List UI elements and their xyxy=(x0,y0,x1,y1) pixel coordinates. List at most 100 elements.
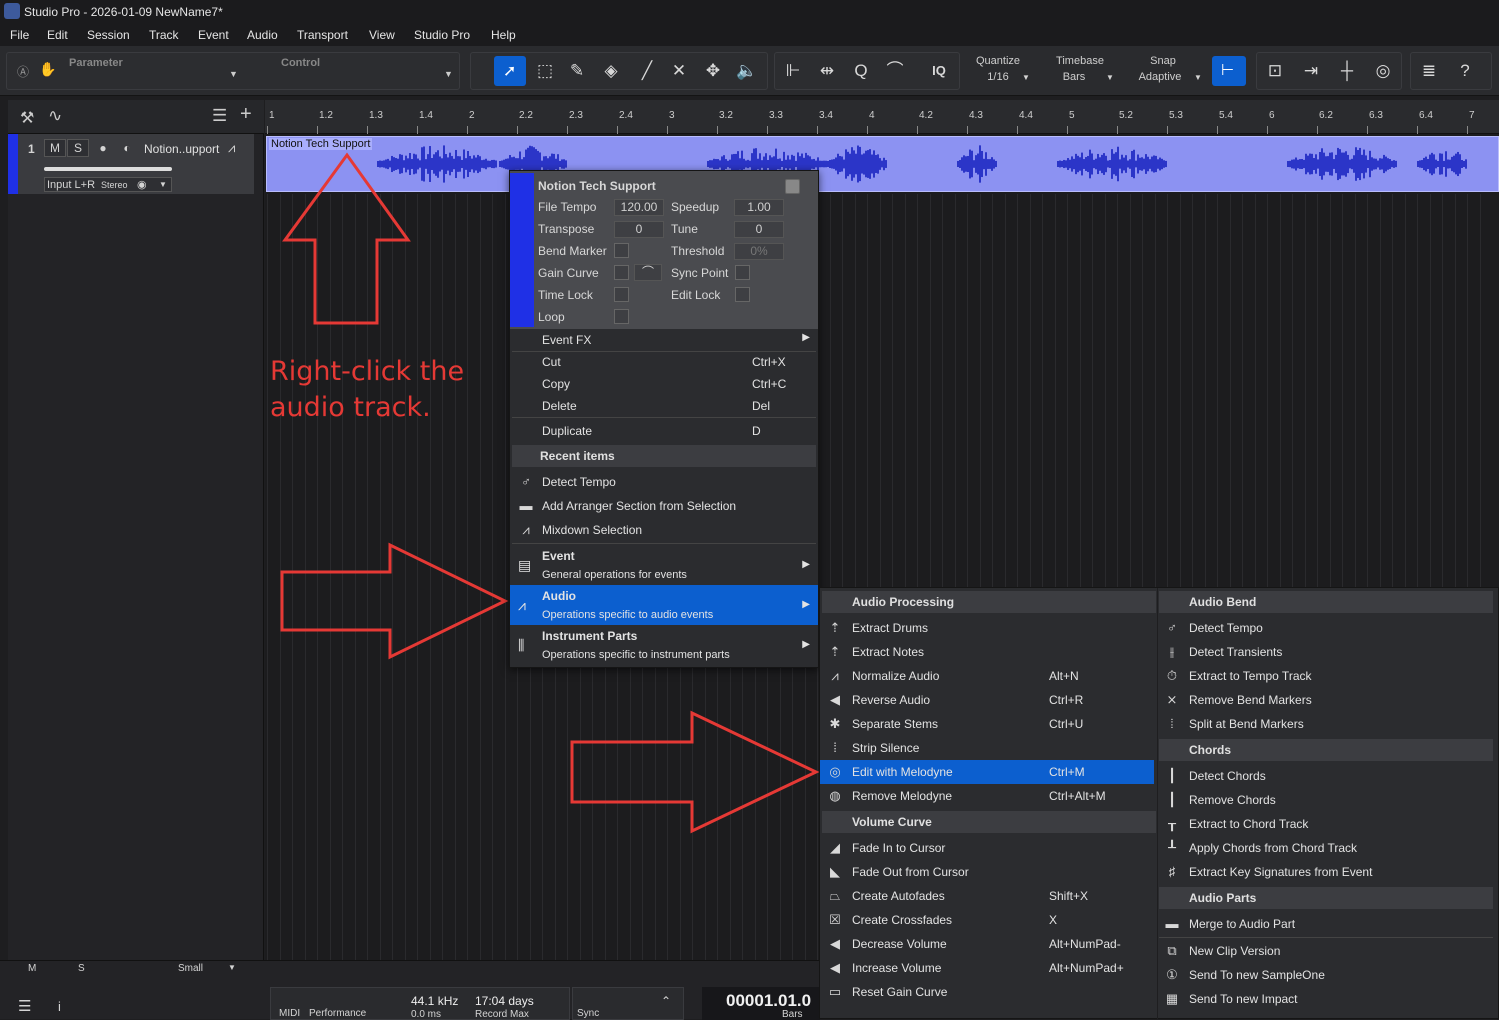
submenu-item-new-clip-version[interactable]: ⧉ New Clip Version xyxy=(1157,939,1491,963)
speedup-field[interactable]: 1.00 xyxy=(734,199,784,216)
arrow-tool-button[interactable]: ➚ xyxy=(494,56,526,86)
submenu-item-split-bend-markers[interactable]: ⦙ Split at Bend Markers xyxy=(1157,712,1491,736)
submenu-item-merge-audio-part[interactable]: ▬ Merge to Audio Part xyxy=(1157,912,1491,936)
threshold-field[interactable]: 0% xyxy=(734,243,784,260)
menu-track[interactable]: Track xyxy=(149,28,179,42)
menu-event[interactable]: Event xyxy=(198,28,229,42)
timebase-dropdown-icon[interactable]: ▼ xyxy=(1106,73,1114,82)
notes-icon[interactable]: ≣ xyxy=(1418,60,1440,82)
cursor-follow-icon[interactable]: ┼ xyxy=(1336,60,1358,82)
timeline-ruler[interactable]: 1 1.2 1.3 1.4 2 2.2 2.3 2.4 3 3.2 3.3 3.4 4 4.2 4.3 4.4… xyxy=(265,100,1499,134)
menu-edit[interactable]: Edit xyxy=(47,28,68,42)
menu-item-mixdown-selection[interactable]: ⩘ Mixdown Selection xyxy=(510,519,818,541)
audio-clip[interactable]: Notion Tech Support xyxy=(266,136,1499,192)
quantize-icon[interactable]: Q xyxy=(850,60,872,82)
submenu-item-create-crossfades[interactable]: ☒ Create Crossfades X xyxy=(820,908,1154,932)
menu-group-event[interactable]: ▤ Event General operations for events ▶ xyxy=(510,545,818,585)
auto-scroll-icon[interactable]: ⇥ xyxy=(1300,60,1322,82)
time-lock-checkbox[interactable] xyxy=(614,287,629,302)
menu-group-audio[interactable]: ⩘ Audio Operations specific to audio event… xyxy=(510,585,818,625)
submenu-item-remove-melodyne[interactable]: ◍ Remove Melodyne Ctrl+Alt+M xyxy=(820,784,1154,808)
submenu-item-edit-with-melodyne[interactable]: ◎ Edit with Melodyne Ctrl+M xyxy=(820,760,1154,784)
submenu-item-extract-key-signatures[interactable]: ♯ Extract Key Signatures from Event xyxy=(1157,860,1491,884)
edit-lock-checkbox[interactable] xyxy=(735,287,750,302)
mute-tool-icon[interactable]: ✕ xyxy=(668,60,690,82)
submenu-item-detect-transients[interactable]: ⫲ Detect Transients xyxy=(1157,640,1491,664)
track-size-label[interactable]: Small xyxy=(178,963,203,974)
hand-icon[interactable]: ✋ xyxy=(39,61,56,78)
menu-view[interactable]: View xyxy=(369,28,395,42)
solo-button[interactable]: S xyxy=(67,139,89,157)
submenu-item-fade-in[interactable]: ◢ Fade In to Cursor xyxy=(820,836,1154,860)
add-track-icon[interactable]: + xyxy=(240,103,252,126)
menu-item-delete[interactable]: Delete Del xyxy=(510,395,818,417)
control-dropdown-icon[interactable]: ▼ xyxy=(444,69,453,79)
submenu-item-increase-volume[interactable]: ◀ Increase Volume Alt+NumPad+ xyxy=(820,956,1154,980)
submenu-item-reset-gain-curve[interactable]: ▭ Reset Gain Curve xyxy=(820,980,1154,1004)
split-tool-icon[interactable]: ✎ xyxy=(566,60,588,82)
snap-to-icon[interactable]: ⊩ xyxy=(782,60,804,82)
record-arm-button[interactable]: ● xyxy=(92,139,114,157)
bend-marker-checkbox[interactable] xyxy=(614,243,629,258)
zoom-fit-icon[interactable]: ◎ xyxy=(1372,60,1394,82)
sync-point-checkbox[interactable] xyxy=(735,265,750,280)
submenu-item-apply-chords[interactable]: ┸ Apply Chords from Chord Track xyxy=(1157,836,1491,860)
submenu-item-remove-chords[interactable]: ┃ Remove Chords xyxy=(1157,788,1491,812)
size-dropdown-icon[interactable]: ▼ xyxy=(228,963,236,972)
gain-curve-icon[interactable]: ⌒ xyxy=(634,264,662,281)
submenu-item-extract-chord-track[interactable]: ┰ Extract to Chord Track xyxy=(1157,812,1491,836)
eraser-tool-icon[interactable]: ◈ xyxy=(600,60,622,82)
paint-tool-icon[interactable]: ╱ xyxy=(636,60,658,82)
quantize-value[interactable]: 1/16 xyxy=(970,71,1026,83)
bottom-mute-label[interactable]: M xyxy=(28,963,36,974)
menu-audio[interactable]: Audio xyxy=(247,28,278,42)
snap-value[interactable]: Adaptive xyxy=(1130,71,1190,83)
gain-curve-checkbox[interactable] xyxy=(614,265,629,280)
timebase-value[interactable]: Bars xyxy=(1044,71,1104,83)
submenu-item-strip-silence[interactable]: ⁞ Strip Silence xyxy=(820,736,1154,760)
submenu-item-detect-chords[interactable]: ┃ Detect Chords xyxy=(1157,764,1491,788)
menu-item-detect-tempo[interactable]: ♂ Detect Tempo xyxy=(510,471,818,493)
menu-transport[interactable]: Transport xyxy=(297,28,348,42)
menu-help[interactable]: Help xyxy=(491,28,516,42)
listen-tool-icon[interactable]: 🔈 xyxy=(736,60,758,82)
loop-follow-icon[interactable]: ⊡ xyxy=(1264,60,1286,82)
groove-icon[interactable]: ⌒ xyxy=(884,60,906,82)
submenu-item-reverse-audio[interactable]: ◀ Reverse Audio Ctrl+R xyxy=(820,688,1154,712)
submenu-item-normalize-audio[interactable]: ⩘ Normalize Audio Alt+N xyxy=(820,664,1154,688)
menu-group-instrument-parts[interactable]: ⫼ Instrument Parts Operations specific to … xyxy=(510,625,818,665)
tune-field[interactable]: 0 xyxy=(734,221,784,238)
quantize-dropdown-icon[interactable]: ▼ xyxy=(1022,73,1030,82)
submenu-item-extract-notes[interactable]: ⇡ Extract Notes xyxy=(820,640,1154,664)
track-list-icon[interactable]: ☰ xyxy=(212,106,227,126)
menu-item-copy[interactable]: Copy Ctrl+C xyxy=(510,373,818,395)
stretch-icon[interactable]: ⇹ xyxy=(816,60,838,82)
input-selector[interactable]: Input L+R Stereo ◉ ▼ xyxy=(44,177,172,192)
info-icon[interactable]: i xyxy=(58,999,61,1014)
menu-item-add-arranger-section[interactable]: ▬ Add Arranger Section from Selection xyxy=(510,495,818,517)
submenu-item-detect-tempo[interactable]: ♂ Detect Tempo xyxy=(1157,616,1491,640)
track-name[interactable]: Notion..upport xyxy=(144,142,219,156)
snap-dropdown-icon[interactable]: ▼ xyxy=(1194,73,1202,82)
transpose-field[interactable]: 0 xyxy=(614,221,664,238)
submenu-item-send-to-sampleone[interactable]: ① Send To new SampleOne xyxy=(1157,963,1491,987)
monitor-button[interactable]: ◐ xyxy=(116,139,138,157)
input-dropdown-icon[interactable]: ▼ xyxy=(159,180,167,189)
menu-item-cut[interactable]: Cut Ctrl+X xyxy=(510,351,818,373)
submenu-item-extract-drums[interactable]: ⇡ Extract Drums xyxy=(820,616,1154,640)
bottom-solo-label[interactable]: S xyxy=(78,963,85,974)
menu-item-duplicate[interactable]: Duplicate D xyxy=(510,420,818,442)
help-icon[interactable]: ? xyxy=(1454,60,1476,82)
file-tempo-field[interactable]: 120.00 xyxy=(614,199,664,216)
list-view-icon[interactable]: ☰ xyxy=(18,997,31,1015)
submenu-item-fade-out[interactable]: ◣ Fade Out from Cursor xyxy=(820,860,1154,884)
iq-button[interactable]: IQ xyxy=(928,60,950,82)
menu-session[interactable]: Session xyxy=(87,28,130,42)
loop-checkbox[interactable] xyxy=(614,309,629,324)
event-color-picker[interactable] xyxy=(785,179,800,194)
parameter-dropdown-icon[interactable]: ▼ xyxy=(229,69,238,79)
submenu-item-extract-tempo-track[interactable]: ⏱ Extract to Tempo Track xyxy=(1157,664,1491,688)
expand-icon[interactable]: ⌃ xyxy=(661,994,671,1008)
automation-icon[interactable]: Ⓐ xyxy=(17,63,29,80)
automation-curve-icon[interactable]: ∿ xyxy=(48,106,62,126)
